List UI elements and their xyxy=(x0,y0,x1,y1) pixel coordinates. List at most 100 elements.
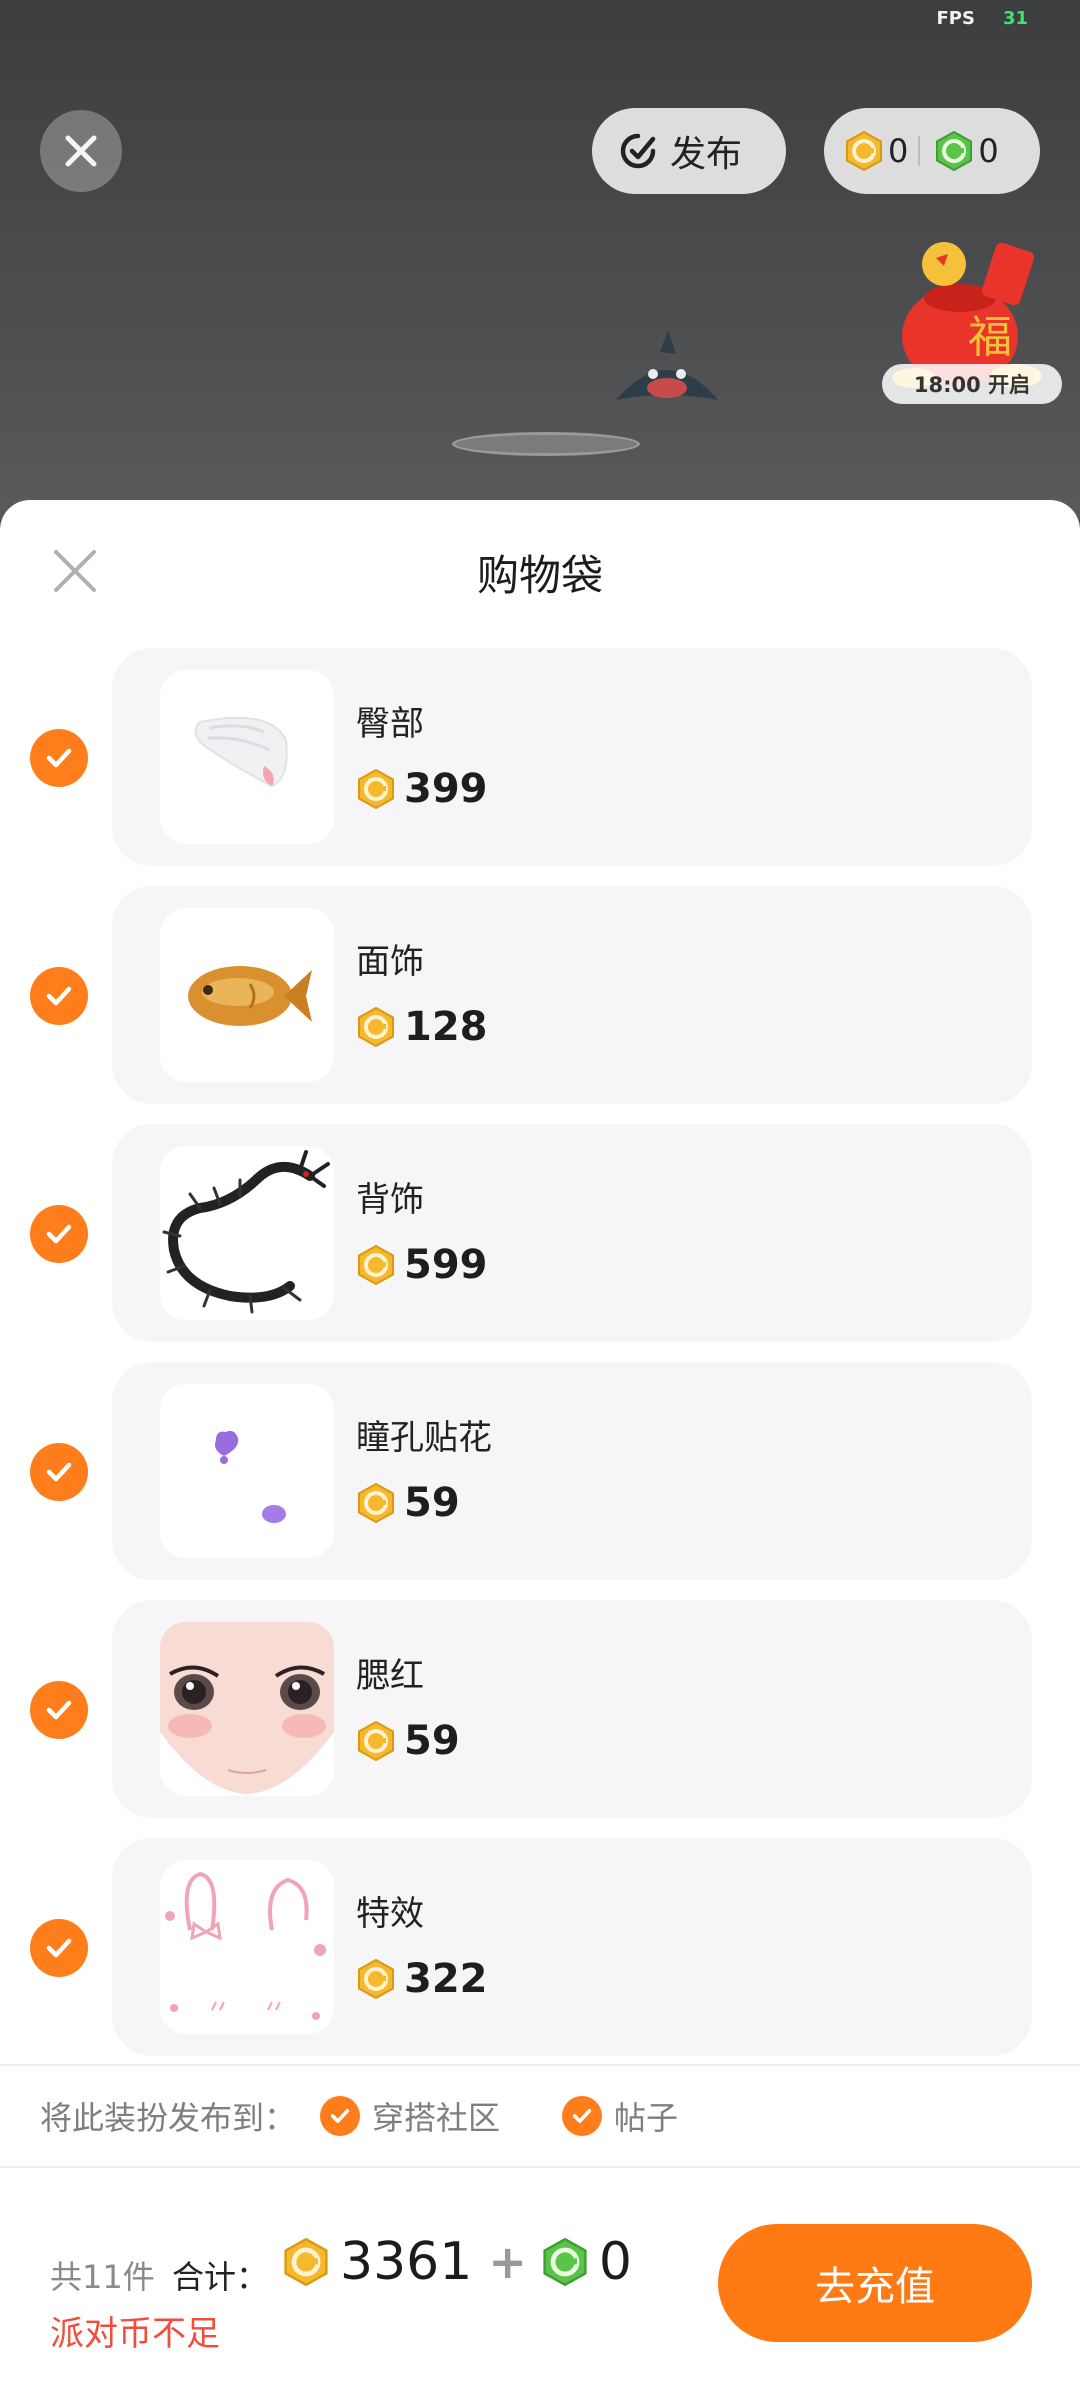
stage-platform xyxy=(452,432,640,456)
item-name: 腮红 xyxy=(356,1656,424,1696)
scene-close-button[interactable] xyxy=(40,110,122,192)
bunny-effect-icon xyxy=(165,1871,326,2020)
cart-item: 特效 322 xyxy=(0,1838,1080,2076)
item-price-value: 59 xyxy=(404,1718,460,1764)
item-price: 59 xyxy=(356,1718,460,1764)
cart-item: 腮红 59 xyxy=(0,1600,1080,1838)
recharge-button[interactable]: 去充值 xyxy=(718,2224,1032,2342)
shark-character xyxy=(616,330,718,400)
publish-option-post[interactable]: 帖子 xyxy=(562,2093,678,2139)
dragon-icon xyxy=(162,1150,330,1314)
option-checkbox[interactable] xyxy=(562,2096,603,2136)
total-amount: 3361 + 0 xyxy=(282,2232,642,2292)
option-label: 帖子 xyxy=(614,2099,679,2137)
gold-coin-icon xyxy=(358,1483,394,1523)
green-balance: 0 xyxy=(978,132,999,170)
item-name: 面饰 xyxy=(356,942,424,982)
gold-balance: 0 xyxy=(888,132,909,170)
green-coin-icon xyxy=(936,131,973,171)
item-price: 399 xyxy=(356,766,488,812)
publish-icon xyxy=(620,133,656,169)
green-total: 0 xyxy=(598,2232,632,2292)
gold-coin-icon xyxy=(358,1245,394,1285)
item-select-checkbox[interactable] xyxy=(30,1681,88,1739)
publish-to-label: 将此装扮发布到： xyxy=(40,2099,297,2137)
gold-coin-icon xyxy=(358,1721,394,1761)
item-price-value: 59 xyxy=(404,1480,460,1526)
sheet-title: 购物袋 xyxy=(476,551,603,600)
checkout-footer: 共11件 合计： 3361 + 0 派对币不足 去充值 xyxy=(0,2168,1080,2400)
item-name: 臀部 xyxy=(356,704,424,744)
fps-counter: FPS 31 xyxy=(936,8,1028,29)
checkmark-icon xyxy=(46,1462,72,1482)
currency-balance[interactable]: 0 0 xyxy=(824,108,1040,194)
insufficient-funds-warning: 派对币不足 xyxy=(50,2314,220,2354)
item-card[interactable]: 腮红 59 xyxy=(112,1600,1032,1818)
close-icon xyxy=(65,135,97,167)
checkmark-icon xyxy=(572,2109,592,2123)
gold-total: 3361 xyxy=(340,2232,473,2292)
item-select-checkbox[interactable] xyxy=(30,1205,88,1263)
heart-decal-icon xyxy=(215,1430,286,1523)
item-thumbnail xyxy=(160,908,334,1082)
gold-coin-icon xyxy=(358,769,394,809)
item-thumbnail xyxy=(160,1384,334,1558)
tail-icon xyxy=(194,716,288,788)
cart-item: 背饰 599 xyxy=(0,1124,1080,1362)
item-select-checkbox[interactable] xyxy=(30,967,88,1025)
item-select-checkbox[interactable] xyxy=(30,729,88,787)
publish-option-community[interactable]: 穿搭社区 xyxy=(320,2093,500,2139)
cart-item: 瞳孔贴花 59 xyxy=(0,1362,1080,1600)
option-checkbox[interactable] xyxy=(320,2096,361,2136)
checkmark-icon xyxy=(330,2109,350,2123)
publish-label: 发布 xyxy=(670,134,743,175)
item-price: 59 xyxy=(356,1480,460,1526)
fps-label: FPS xyxy=(936,8,975,29)
item-card[interactable]: 特效 322 xyxy=(112,1838,1032,2056)
item-price: 322 xyxy=(356,1956,488,2002)
gold-coin-icon xyxy=(846,131,882,171)
currency-divider xyxy=(918,136,921,166)
game-scene-background: FPS 31 发布 0 0 福 18:00 开启 xyxy=(0,0,1080,520)
item-thumbnail xyxy=(160,1146,334,1320)
item-count: 共11件 xyxy=(50,2258,155,2296)
option-label: 穿搭社区 xyxy=(372,2099,501,2137)
item-thumbnail xyxy=(160,1622,334,1796)
checkmark-icon xyxy=(46,1700,72,1720)
gold-coin-icon xyxy=(358,1959,394,1999)
item-thumbnail xyxy=(160,1860,334,2034)
checkmark-icon xyxy=(46,748,72,768)
checkmark-icon xyxy=(46,1938,72,1958)
item-select-checkbox[interactable] xyxy=(30,1443,88,1501)
fps-value: 31 xyxy=(1002,8,1028,29)
gold-coin-icon xyxy=(358,1007,394,1047)
item-card[interactable]: 面饰 128 xyxy=(112,886,1032,1104)
item-name: 背饰 xyxy=(356,1180,424,1220)
green-coin-icon xyxy=(543,2238,587,2286)
item-name: 瞳孔贴花 xyxy=(356,1418,492,1458)
item-price-value: 599 xyxy=(404,1242,488,1288)
item-card[interactable]: 背饰 599 xyxy=(112,1124,1032,1342)
gold-coin-icon xyxy=(284,2238,328,2286)
item-card[interactable]: 瞳孔贴花 59 xyxy=(112,1362,1032,1580)
svg-text:福: 福 xyxy=(968,312,1012,363)
total-label: 合计： xyxy=(172,2258,269,2296)
cart-item: 臀部 399 xyxy=(0,648,1080,886)
checkmark-icon xyxy=(46,986,72,1006)
item-price-value: 399 xyxy=(404,766,488,812)
cart-item: 面饰 128 xyxy=(0,886,1080,1124)
item-price: 599 xyxy=(356,1242,488,1288)
checkmark-icon xyxy=(46,1224,72,1244)
item-price: 128 xyxy=(356,1004,488,1050)
item-select-checkbox[interactable] xyxy=(30,1919,88,1977)
item-thumbnail xyxy=(160,670,334,844)
cart-item-list[interactable]: 臀部 399 面饰 128 背饰 599 瞳孔贴花 59 腮红 59 特效 32… xyxy=(0,648,1080,2076)
item-name: 特效 xyxy=(356,1894,424,1934)
face-blush-icon xyxy=(160,1622,334,1794)
publish-button[interactable]: 发布 xyxy=(592,108,786,194)
plus-sign: + xyxy=(488,2235,527,2289)
shopping-bag-sheet: 购物袋 臀部 399 面饰 128 背饰 599 瞳孔贴花 59 腮红 59 特… xyxy=(0,500,1080,2400)
item-price-value: 322 xyxy=(404,1956,488,2002)
publish-to-bar: 将此装扮发布到： 穿搭社区 帖子 xyxy=(0,2064,1080,2168)
item-card[interactable]: 臀部 399 xyxy=(112,648,1032,866)
